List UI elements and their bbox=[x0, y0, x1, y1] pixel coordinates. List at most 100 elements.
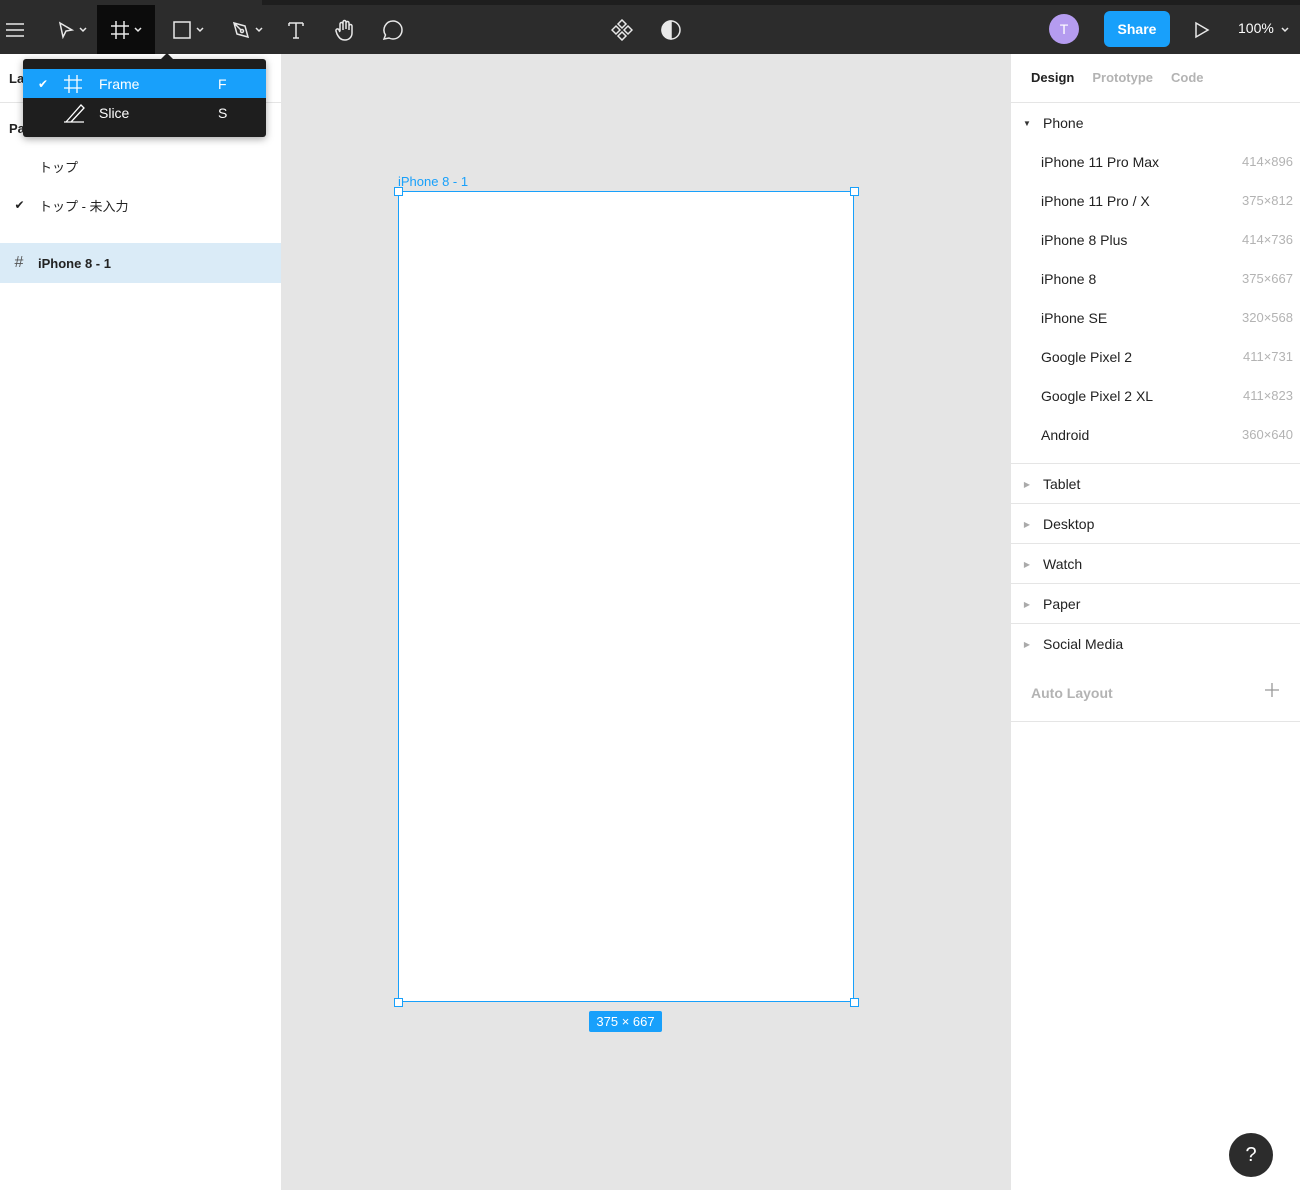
menu-item-label: Slice bbox=[99, 104, 130, 121]
caret-right-icon: ▶ bbox=[1023, 519, 1031, 529]
preset-item[interactable]: iPhone SE 320×568 bbox=[1011, 298, 1300, 337]
zoom-level: 100% bbox=[1238, 20, 1274, 36]
move-tool-button[interactable] bbox=[48, 5, 96, 54]
slice-icon bbox=[64, 103, 85, 123]
auto-layout-label: Auto Layout bbox=[1031, 685, 1113, 701]
preset-size: 320×568 bbox=[1242, 310, 1293, 325]
hand-tool-button[interactable] bbox=[328, 5, 362, 54]
resize-handle[interactable] bbox=[850, 998, 859, 1007]
section-label: Desktop bbox=[1043, 516, 1095, 532]
page-item-current[interactable]: ✔ トップ - 未入力 bbox=[0, 190, 282, 220]
section-label: Watch bbox=[1043, 556, 1083, 572]
present-button[interactable] bbox=[1186, 5, 1218, 54]
section-phone[interactable]: ▼ Phone bbox=[1011, 103, 1300, 143]
preset-size: 411×731 bbox=[1242, 349, 1293, 364]
frame-name-label[interactable]: iPhone 8 - 1 bbox=[398, 174, 468, 189]
preset-item[interactable]: Google Pixel 2 XL 411×823 bbox=[1011, 376, 1300, 415]
frame-size-badge: 375 × 667 bbox=[589, 1011, 662, 1032]
section-label: Tablet bbox=[1043, 476, 1081, 492]
check-icon: ✔ bbox=[37, 76, 49, 91]
layers-tab[interactable]: La bbox=[9, 71, 24, 86]
page-item[interactable]: トップ bbox=[0, 151, 282, 181]
menu-item-slice[interactable]: Slice S bbox=[23, 98, 266, 127]
toolbar: T Share 100% bbox=[0, 0, 1300, 54]
hamburger-icon bbox=[6, 22, 24, 37]
menu-shortcut: F bbox=[218, 75, 227, 92]
main-menu-button[interactable] bbox=[0, 5, 30, 54]
check-icon: ✔ bbox=[14, 198, 25, 212]
section-paper[interactable]: ▶ Paper bbox=[1011, 584, 1300, 624]
section-watch[interactable]: ▶ Watch bbox=[1011, 544, 1300, 584]
preset-name: iPhone 11 Pro Max bbox=[1041, 153, 1160, 170]
preset-size: 414×736 bbox=[1242, 232, 1293, 247]
chevron-down-icon bbox=[255, 26, 263, 32]
tab-prototype[interactable]: Prototype bbox=[1092, 70, 1153, 85]
preset-name: Android bbox=[1041, 426, 1090, 443]
frame-tool-button[interactable] bbox=[97, 5, 155, 54]
chevron-down-icon bbox=[1281, 27, 1289, 33]
preset-name: iPhone 8 bbox=[1041, 270, 1097, 287]
shape-tool-button[interactable] bbox=[163, 5, 213, 54]
caret-right-icon: ▶ bbox=[1023, 599, 1031, 609]
preset-item[interactable]: iPhone 8 Plus 414×736 bbox=[1011, 220, 1300, 259]
preset-item[interactable]: iPhone 11 Pro Max 414×896 bbox=[1011, 142, 1300, 181]
layer-row-selected[interactable]: # iPhone 8 - 1 bbox=[0, 243, 281, 283]
iphone-frame[interactable] bbox=[398, 191, 854, 1002]
chevron-down-icon bbox=[196, 26, 204, 32]
comment-tool-button[interactable] bbox=[376, 5, 410, 54]
section-label: Social Media bbox=[1043, 636, 1124, 652]
pen-icon bbox=[232, 21, 250, 38]
contrast-icon bbox=[661, 19, 681, 40]
add-auto-layout-button[interactable] bbox=[1265, 680, 1279, 703]
resize-handle[interactable] bbox=[850, 187, 859, 196]
text-icon bbox=[288, 21, 304, 39]
preset-item[interactable]: Android 360×640 bbox=[1011, 415, 1300, 454]
toolbar-top-strip bbox=[262, 0, 1300, 5]
preset-item[interactable]: Google Pixel 2 411×731 bbox=[1011, 337, 1300, 376]
preset-item[interactable]: iPhone 8 375×667 bbox=[1011, 259, 1300, 298]
preset-size: 414×896 bbox=[1242, 154, 1293, 169]
tab-design[interactable]: Design bbox=[1031, 70, 1074, 85]
preset-name: iPhone 8 Plus bbox=[1041, 231, 1128, 248]
chevron-down-icon bbox=[134, 26, 142, 32]
user-avatar[interactable]: T bbox=[1049, 14, 1079, 44]
zoom-dropdown[interactable]: 100% bbox=[1238, 20, 1289, 36]
preset-name: Google Pixel 2 XL bbox=[1041, 387, 1154, 404]
frame-icon: # bbox=[14, 254, 24, 271]
preset-size: 375×667 bbox=[1242, 271, 1293, 286]
mask-toggle-button[interactable] bbox=[655, 5, 687, 54]
frame-icon bbox=[111, 20, 129, 39]
plus-icon bbox=[1265, 683, 1279, 697]
preset-name: iPhone 11 Pro / X bbox=[1041, 192, 1150, 209]
caret-right-icon: ▶ bbox=[1023, 639, 1031, 649]
text-tool-button[interactable] bbox=[280, 5, 312, 54]
menu-item-frame[interactable]: ✔ Frame F bbox=[23, 69, 266, 98]
chevron-down-icon bbox=[79, 26, 87, 32]
preset-name: Google Pixel 2 bbox=[1041, 348, 1133, 365]
avatar-initial: T bbox=[1059, 21, 1069, 37]
section-desktop[interactable]: ▶ Desktop bbox=[1011, 504, 1300, 544]
help-button[interactable]: ? bbox=[1229, 1133, 1273, 1177]
tab-code[interactable]: Code bbox=[1171, 70, 1204, 85]
comment-icon bbox=[382, 19, 403, 40]
section-social-media[interactable]: ▶ Social Media bbox=[1011, 624, 1300, 664]
section-label: Paper bbox=[1043, 596, 1081, 612]
frame-tool-menu: ✔ Frame F Slice S bbox=[23, 53, 266, 137]
pointer-icon bbox=[58, 20, 75, 39]
page-label: トップ - 未入力 bbox=[39, 198, 129, 214]
properties-tabs: Design Prototype Code bbox=[1031, 70, 1204, 85]
component-icon bbox=[611, 18, 633, 41]
section-label: Phone bbox=[1043, 115, 1084, 131]
layer-label: iPhone 8 - 1 bbox=[38, 255, 111, 271]
right-panel: Design Prototype Code ▼ Phone iPhone 11 … bbox=[1010, 54, 1300, 1190]
components-button[interactable] bbox=[606, 5, 638, 54]
caret-right-icon: ▶ bbox=[1023, 559, 1031, 569]
divider bbox=[1011, 721, 1300, 722]
pen-tool-button[interactable] bbox=[222, 5, 272, 54]
resize-handle[interactable] bbox=[394, 187, 403, 196]
section-tablet[interactable]: ▶ Tablet bbox=[1011, 464, 1300, 504]
preset-item[interactable]: iPhone 11 Pro / X 375×812 bbox=[1011, 181, 1300, 220]
page-label: トップ bbox=[39, 159, 79, 175]
share-button[interactable]: Share bbox=[1104, 11, 1170, 47]
resize-handle[interactable] bbox=[394, 998, 403, 1007]
